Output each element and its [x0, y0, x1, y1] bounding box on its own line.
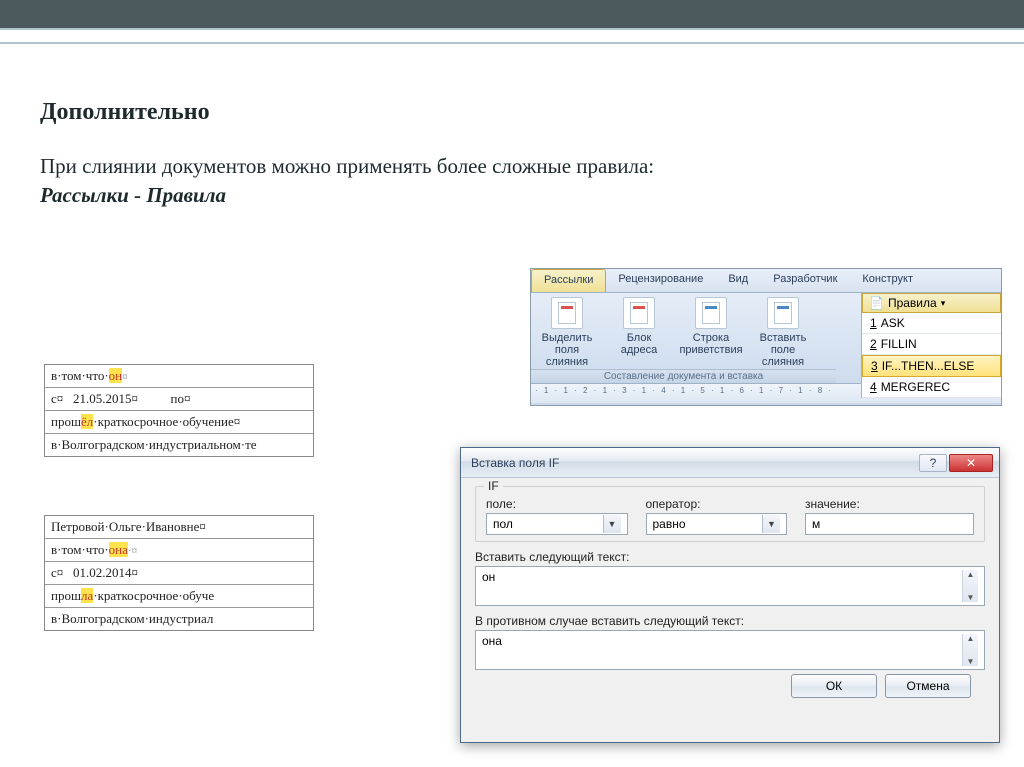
table-row: в·Волгоградском·индустриальном·те — [45, 434, 313, 456]
sample-document-2: Петровой·Ольге·Ивановне¤ в·том·что·она·¤… — [44, 515, 314, 631]
rules-item-mergerec[interactable]: 4MERGEREC — [862, 377, 1001, 398]
table-row: с¤ 01.02.2014¤ — [45, 562, 313, 585]
rules-item-fillin[interactable]: 2FILLIN — [862, 334, 1001, 355]
chevron-down-icon: ▾ — [941, 298, 946, 309]
table-row: в·Волгоградском·индустриал — [45, 608, 313, 630]
tab-review[interactable]: Рецензирование — [606, 269, 716, 292]
highlight-she: она — [109, 542, 128, 557]
then-text-input[interactable]: он ▲▼ — [475, 566, 985, 606]
rules-dropdown-header: 📄 Правила ▾ — [862, 293, 1001, 313]
tab-developer[interactable]: Разработчик — [761, 269, 850, 292]
word-ribbon: Рассылки Рецензирование Вид Разработчик … — [530, 268, 1002, 406]
if-condition-fieldset: IF поле: пол▼ оператор: равно▼ значение: — [475, 486, 985, 542]
dialog-titlebar: Вставка поля IF ? ✕ — [461, 448, 999, 478]
table-row: с¤ 21.05.2015¤ по¤ — [45, 388, 313, 411]
heading: Дополнительно — [40, 99, 984, 126]
highlight-he: он — [109, 368, 122, 383]
fieldset-legend: IF — [484, 479, 503, 493]
chevron-down-icon: ▼ — [762, 515, 780, 533]
close-icon: ✕ — [966, 456, 976, 470]
ribbon-tab-strip: Рассылки Рецензирование Вид Разработчик … — [531, 269, 1001, 293]
close-button[interactable]: ✕ — [949, 454, 993, 472]
slide-top-dark-bar — [0, 0, 1024, 28]
operator-label: оператор: — [646, 497, 788, 511]
scrollbar[interactable]: ▲▼ — [962, 634, 978, 666]
rules-item-ask[interactable]: 1ASK — [862, 313, 1001, 334]
tab-mailings[interactable]: Рассылки — [531, 269, 606, 292]
field-combobox[interactable]: пол▼ — [486, 513, 628, 535]
ribbon-group-caption: Составление документа и вставка — [531, 369, 836, 383]
table-row: Петровой·Ольге·Ивановне¤ — [45, 516, 313, 539]
else-text-input[interactable]: она ▲▼ — [475, 630, 985, 670]
cancel-button[interactable]: Отмена — [885, 674, 971, 698]
chevron-down-icon: ▼ — [603, 515, 621, 533]
slide-top-light-bar — [0, 28, 1024, 44]
rules-dropdown[interactable]: 📄 Правила ▾ 1ASK 2FILLIN 3IF...THEN...EL… — [861, 293, 1001, 398]
tab-view[interactable]: Вид — [716, 269, 761, 292]
tab-design[interactable]: Конструкт — [850, 269, 926, 292]
field-label: поле: — [486, 497, 628, 511]
help-button[interactable]: ? — [919, 454, 947, 472]
table-row: прошла·краткосрочное·обуче — [45, 585, 313, 608]
scrollbar[interactable]: ▲▼ — [962, 570, 978, 602]
value-label: значение: — [805, 497, 974, 511]
sample-document-1: в·том·что·он¤ с¤ 21.05.2015¤ по¤ прошёл·… — [44, 364, 314, 457]
then-text-label: Вставить следующий текст: — [475, 550, 985, 564]
rules-item-if-then-else[interactable]: 3IF...THEN...ELSE — [862, 355, 1001, 377]
table-row: прошёл·краткосрочное·обучение¤ — [45, 411, 313, 434]
value-input[interactable] — [805, 513, 974, 535]
insert-if-field-dialog: Вставка поля IF ? ✕ IF поле: пол▼ операт… — [460, 447, 1000, 743]
ok-button[interactable]: ОК — [791, 674, 877, 698]
table-row: в·том·что·он¤ — [45, 365, 313, 388]
else-text-label: В противном случае вставить следующий те… — [475, 614, 985, 628]
intro-text: При слиянии документов можно применять б… — [40, 154, 984, 179]
operator-combobox[interactable]: равно▼ — [646, 513, 788, 535]
highlight-suffix: ёл — [81, 414, 93, 429]
highlight-suffix: ла — [81, 588, 93, 603]
menu-path: Рассылки - Правила — [40, 183, 984, 208]
rules-icon: 📄 — [869, 296, 884, 310]
dialog-title-text: Вставка поля IF — [471, 456, 559, 470]
table-row: в·том·что·она·¤ — [45, 539, 313, 562]
